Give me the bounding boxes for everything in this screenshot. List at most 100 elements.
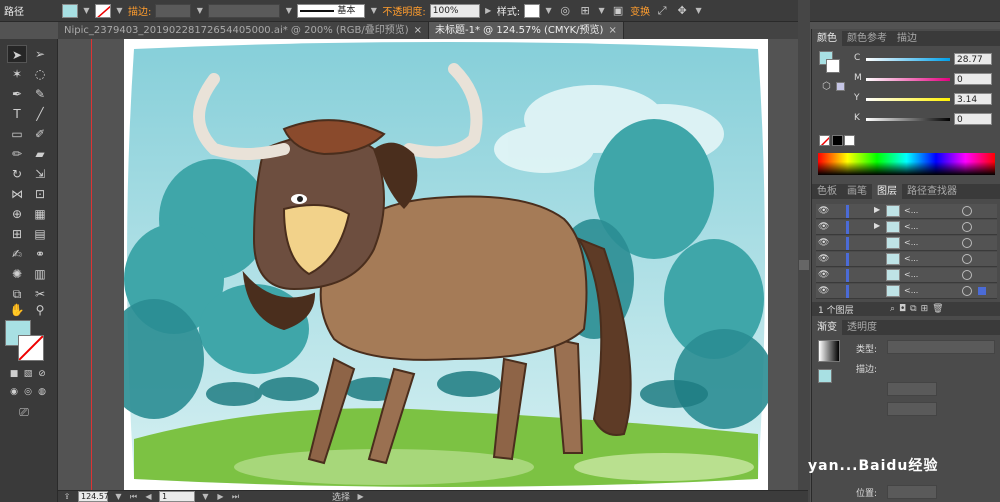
pen-tool-icon[interactable]: ✒: [7, 85, 27, 103]
expand-icon[interactable]: ▶: [874, 205, 880, 214]
first-artboard-icon[interactable]: ⏮: [129, 491, 138, 502]
color-spectrum[interactable]: [818, 153, 995, 175]
shape-builder-tool-icon[interactable]: ⊕: [7, 205, 27, 223]
target-icon[interactable]: [962, 238, 972, 248]
tab-nipic-document[interactable]: Nipic_2379403_20190228172654405000.ai* @…: [58, 22, 429, 39]
chevron-down-icon[interactable]: ▼: [82, 4, 91, 18]
cyan-track[interactable]: [866, 58, 950, 61]
trash-icon[interactable]: 🗑: [932, 304, 943, 314]
eye-icon[interactable]: 👁: [818, 285, 830, 297]
hand-tool-icon[interactable]: ✋: [7, 301, 27, 319]
color-stroke-swatch[interactable]: [826, 59, 840, 73]
web-safe-swatch[interactable]: [836, 82, 845, 91]
previous-artboard-icon[interactable]: ◀: [144, 491, 153, 502]
lasso-tool-icon[interactable]: ◌: [30, 65, 50, 83]
export-icon[interactable]: ⇪: [62, 491, 72, 502]
tab-layers[interactable]: 图层: [872, 184, 902, 199]
tab-gradient[interactable]: 渐变: [812, 320, 842, 335]
gradient-aspect-field[interactable]: [887, 402, 937, 416]
column-graph-tool-icon[interactable]: ▥: [30, 265, 50, 283]
target-icon[interactable]: [962, 206, 972, 216]
black-slider[interactable]: K 0: [854, 113, 997, 125]
eye-icon[interactable]: 👁: [818, 237, 830, 249]
line-tool-icon[interactable]: ╱: [30, 105, 50, 123]
scroll-thumb[interactable]: [799, 260, 809, 270]
tab-stroke[interactable]: 描边: [892, 31, 922, 46]
gradient-position-field[interactable]: [887, 485, 937, 499]
zoom-tool-icon[interactable]: ⚲: [30, 301, 50, 319]
gradient-type-select[interactable]: [887, 340, 995, 354]
layer-row[interactable]: 👁 <...: [816, 284, 997, 299]
chevron-down-icon[interactable]: ▼: [694, 4, 703, 18]
chevron-down-icon[interactable]: ▼: [115, 4, 124, 18]
target-icon[interactable]: [962, 254, 972, 264]
draw-normal-icon[interactable]: ◉: [8, 383, 20, 401]
free-transform-tool-icon[interactable]: ⊡: [30, 185, 50, 203]
isolate-icon[interactable]: ▣: [610, 3, 626, 19]
artboard-field[interactable]: 1: [159, 491, 195, 502]
graphic-style-swatch[interactable]: [524, 3, 541, 18]
chevron-right-icon[interactable]: ▶: [484, 4, 493, 18]
rotate-tool-icon[interactable]: ↻: [7, 165, 27, 183]
black-color-swatch[interactable]: [832, 135, 843, 146]
artboard[interactable]: [104, 39, 774, 490]
magenta-value-field[interactable]: 0: [954, 73, 992, 85]
target-icon[interactable]: [962, 286, 972, 296]
layer-row[interactable]: 👁 <...: [816, 268, 997, 283]
yellow-value-field[interactable]: 3.14: [954, 93, 992, 105]
mesh-tool-icon[interactable]: ⊞: [7, 225, 27, 243]
brush-definition-field[interactable]: 基本: [297, 3, 366, 18]
eye-icon[interactable]: 👁: [818, 205, 830, 217]
chevron-down-icon[interactable]: ▼: [114, 491, 123, 502]
direct-selection-tool-icon[interactable]: ➢: [30, 45, 50, 63]
gradient-mode-icon[interactable]: ▧: [22, 365, 34, 383]
rectangle-tool-icon[interactable]: ▭: [7, 125, 27, 143]
cyan-value-field[interactable]: 28.77: [954, 53, 992, 65]
chevron-down-icon[interactable]: ▼: [284, 4, 293, 18]
tab-untitled-document[interactable]: 未标题-1* @ 124.57% (CMYK/预览) ×: [429, 22, 624, 39]
close-icon[interactable]: ×: [414, 25, 422, 36]
new-sublayer-icon[interactable]: ⧉: [910, 304, 916, 314]
gradient-angle-field[interactable]: [887, 382, 937, 396]
magenta-slider[interactable]: M 0: [854, 73, 997, 85]
gradient-tool-icon[interactable]: ▤: [30, 225, 50, 243]
chevron-down-icon[interactable]: ▼: [195, 4, 204, 18]
opacity-label[interactable]: 不透明度:: [382, 3, 425, 18]
target-icon[interactable]: [962, 222, 972, 232]
yellow-track[interactable]: [866, 98, 950, 101]
gradient-preview-swatch[interactable]: [818, 340, 840, 362]
tab-color-guide[interactable]: 颜色参考: [842, 31, 892, 46]
color-mode-icon[interactable]: ■: [8, 365, 20, 383]
tab-brushes[interactable]: 画笔: [842, 184, 872, 199]
gradient-fill-swatch[interactable]: [818, 369, 832, 383]
recolor-icon[interactable]: ◎: [557, 3, 573, 19]
next-artboard-icon[interactable]: ▶: [216, 491, 225, 502]
curvature-tool-icon[interactable]: ✎: [30, 85, 50, 103]
target-icon[interactable]: [962, 270, 972, 280]
layer-row[interactable]: 👁 <...: [816, 236, 997, 251]
chevron-down-icon[interactable]: ▼: [544, 4, 553, 18]
eye-icon[interactable]: 👁: [818, 221, 830, 233]
tab-pathfinder[interactable]: 路径查找器: [902, 184, 962, 199]
eye-icon[interactable]: 👁: [818, 269, 830, 281]
draw-behind-icon[interactable]: ◎: [22, 383, 34, 401]
symbol-sprayer-tool-icon[interactable]: ✺: [7, 265, 27, 283]
align-icon[interactable]: ⊞: [577, 3, 593, 19]
white-color-swatch[interactable]: [844, 135, 855, 146]
width-tool-icon[interactable]: ⋈: [7, 185, 27, 203]
clipping-mask-icon[interactable]: ◘: [899, 304, 906, 314]
none-color-swatch[interactable]: [819, 135, 830, 146]
stroke-color-swatch[interactable]: [18, 335, 44, 361]
vertical-scrollbar[interactable]: [798, 0, 810, 502]
close-icon[interactable]: ×: [608, 25, 616, 36]
eraser-tool-icon[interactable]: ▰: [30, 145, 50, 163]
tab-transparency[interactable]: 透明度: [842, 320, 882, 335]
screen-mode-icon[interactable]: ⎚: [14, 403, 34, 421]
stroke-weight-field[interactable]: [155, 3, 192, 18]
black-track[interactable]: [866, 118, 950, 121]
black-value-field[interactable]: 0: [954, 113, 992, 125]
selection-tool-icon[interactable]: ➤: [7, 45, 27, 63]
type-tool-icon[interactable]: T: [7, 105, 27, 123]
opacity-field[interactable]: 100%: [429, 3, 480, 18]
magenta-track[interactable]: [866, 78, 950, 81]
